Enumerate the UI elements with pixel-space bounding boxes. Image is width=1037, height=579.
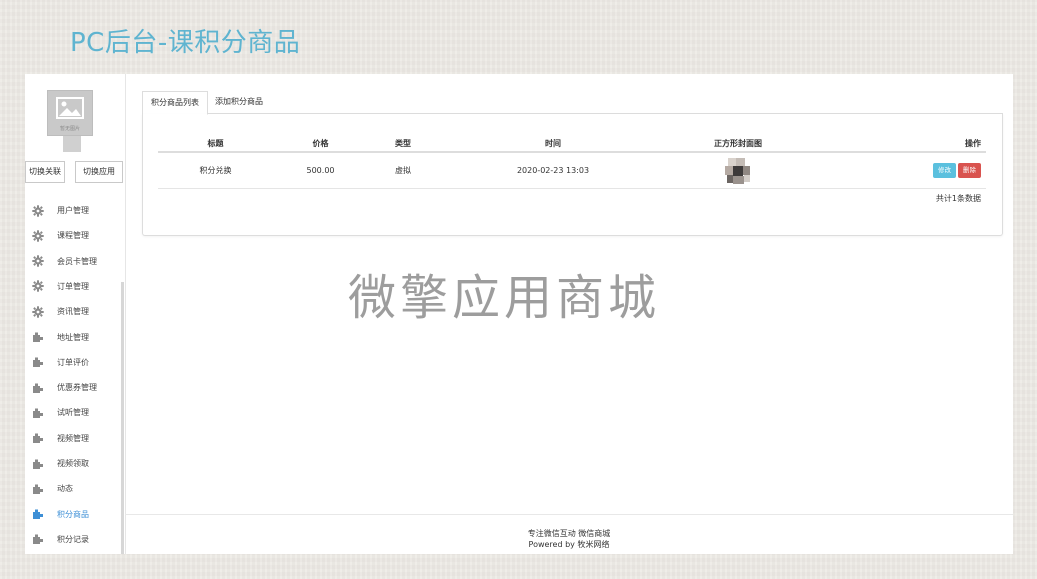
sidebar-item-label: 动态 xyxy=(57,484,73,494)
gear-icon xyxy=(32,204,44,217)
sidebar-item-1[interactable]: 用户管理 xyxy=(25,198,121,223)
column-header-title: 标题 xyxy=(158,136,273,153)
sidebar-item-13[interactable]: 积分商品 xyxy=(25,502,121,527)
sidebar-item-label: 课程管理 xyxy=(57,231,89,241)
cell-title: 积分兑换 xyxy=(158,152,273,189)
column-header-cover: 正方形封面图 xyxy=(668,136,808,153)
gear-icon xyxy=(32,305,44,318)
puzzle-icon xyxy=(32,483,44,495)
sidebar-scrollbar[interactable] xyxy=(121,282,124,554)
cell-time: 2020-02-23 13:03 xyxy=(438,152,668,189)
gear-icon xyxy=(32,255,44,267)
cell-type: 虚拟 xyxy=(368,152,438,189)
sidebar: 暂无图片 切换关联 切换应用 用户管理课程管理会员卡管理订单管理资讯管理地址管理… xyxy=(25,74,126,554)
puzzle-icon xyxy=(32,356,44,368)
goods-list-panel: 标题 价格 类型 时间 正方形封面图 操作 积分兑换 500.00 虚拟 202… xyxy=(142,114,1003,236)
sidebar-item-2[interactable]: 课程管理 xyxy=(25,223,121,248)
sidebar-item-7[interactable]: 订单评价 xyxy=(25,350,121,375)
avatar-caption: 暂无图片 xyxy=(59,126,80,132)
column-header-actions: 操作 xyxy=(808,136,986,153)
sidebar-item-3[interactable]: 会员卡管理 xyxy=(25,249,121,274)
sidebar-item-11[interactable]: 视频领取 xyxy=(25,451,121,476)
sidebar-item-12[interactable]: 动态 xyxy=(25,476,121,501)
tab-bar: 积分商品列表 添加积分商品 xyxy=(142,91,1003,115)
sidebar-item-label: 试听管理 xyxy=(57,408,89,418)
gear-icon xyxy=(32,230,44,242)
switch-related-button[interactable]: 切换关联 xyxy=(25,161,65,183)
watermark: 微擎应用商城 xyxy=(348,270,661,326)
puzzle-icon xyxy=(32,458,44,470)
cover-image xyxy=(723,155,753,186)
sidebar-item-label: 地址管理 xyxy=(57,332,89,342)
delete-button[interactable]: 删除 xyxy=(958,163,981,178)
switch-app-button[interactable]: 切换应用 xyxy=(75,161,123,183)
main-content: 积分商品列表 添加积分商品 标题 价格 类型 时间 正方形封面图 操作 积分兑换… xyxy=(142,91,1003,236)
sidebar-item-label: 积分商品 xyxy=(57,509,89,519)
sidebar-item-label: 资讯管理 xyxy=(57,307,89,317)
sidebar-item-5[interactable]: 资讯管理 xyxy=(25,299,121,324)
sidebar-item-label: 用户管理 xyxy=(57,206,89,215)
sidebar-item-label: 会员卡管理 xyxy=(57,256,97,266)
puzzle-icon xyxy=(32,508,44,520)
tab-add-goods[interactable]: 添加积分商品 xyxy=(207,91,271,113)
edit-button[interactable]: 修改 xyxy=(933,163,956,178)
goods-table: 标题 价格 类型 时间 正方形封面图 操作 积分兑换 500.00 虚拟 202… xyxy=(158,136,986,189)
cell-cover xyxy=(668,152,808,189)
puzzle-icon xyxy=(32,432,44,444)
sidebar-item-label: 订单管理 xyxy=(57,281,89,291)
puzzle-icon xyxy=(32,533,44,545)
puzzle-icon xyxy=(32,331,44,343)
tab-goods-list[interactable]: 积分商品列表 xyxy=(142,91,208,115)
puzzle-icon xyxy=(32,407,44,419)
sidebar-item-label: 积分记录 xyxy=(57,534,89,544)
page-title: PC后台-课积分商品 xyxy=(70,28,301,58)
column-header-price: 价格 xyxy=(273,136,368,153)
sidebar-item-8[interactable]: 优惠券管理 xyxy=(25,375,121,400)
sidebar-item-label: 视频领取 xyxy=(57,459,89,468)
footer-line-2: Powered by 牧米网络 xyxy=(528,540,610,549)
column-header-type: 类型 xyxy=(368,136,438,153)
total-count: 共计1条数据 xyxy=(935,194,981,203)
sidebar-item-6[interactable]: 地址管理 xyxy=(25,325,121,350)
cell-price: 500.00 xyxy=(273,152,368,189)
gear-icon xyxy=(32,280,44,293)
avatar-stub xyxy=(63,136,81,152)
footer-line-1: 专注微信互动 微信商城 xyxy=(527,529,611,538)
sidebar-item-10[interactable]: 视频管理 xyxy=(25,426,121,451)
table-header-row: 标题 价格 类型 时间 正方形封面图 操作 xyxy=(158,136,986,153)
table-row: 积分兑换 500.00 虚拟 2020-02-23 13:03 修改 删除 xyxy=(158,152,986,189)
sidebar-item-14[interactable]: 积分记录 xyxy=(25,527,121,552)
sidebar-item-label: 订单评价 xyxy=(57,357,89,367)
column-header-time: 时间 xyxy=(438,136,668,153)
sidebar-item-4[interactable]: 订单管理 xyxy=(25,274,121,299)
image-placeholder-icon xyxy=(56,97,84,119)
sidebar-item-label: 视频管理 xyxy=(57,433,89,443)
cell-actions: 修改 删除 xyxy=(808,152,986,189)
puzzle-icon xyxy=(32,382,44,394)
sidebar-item-9[interactable]: 试听管理 xyxy=(25,400,121,425)
footer: 专注微信互动 微信商城 Powered by 牧米网络 xyxy=(125,514,1013,555)
sidebar-item-label: 优惠券管理 xyxy=(57,383,97,393)
